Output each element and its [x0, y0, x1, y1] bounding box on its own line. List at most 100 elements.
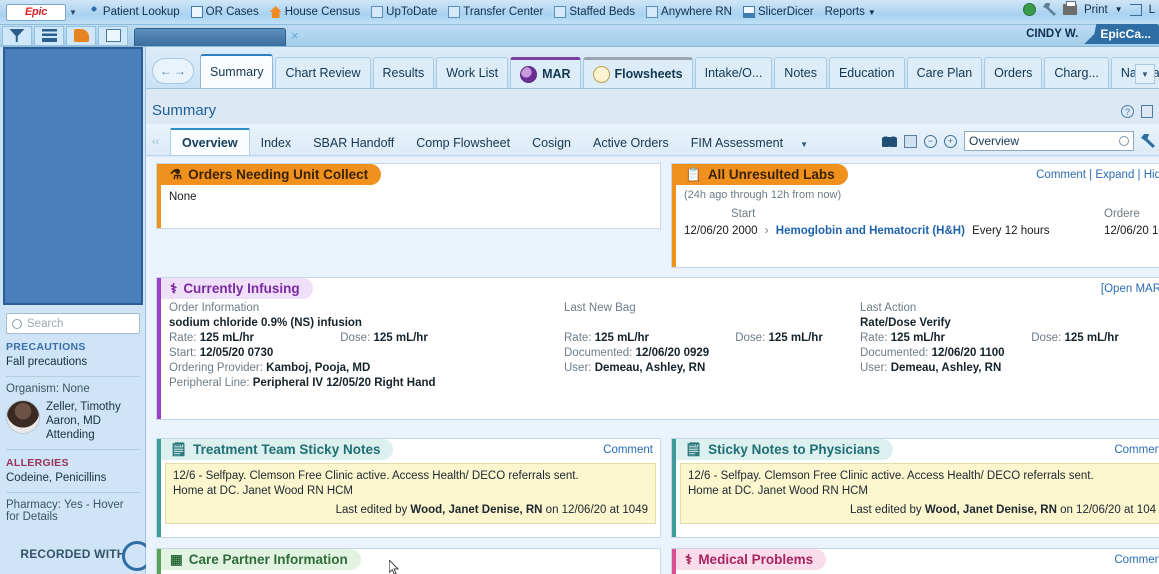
summary-subnav: ‹‹ Overview Index SBAR Handoff Comp Flow… [146, 124, 1159, 156]
panel-title: Care Partner Information [188, 552, 348, 567]
panel-header-treatment-team-sticky-notes[interactable]: 🗒 Treatment Team Sticky Notes [161, 439, 394, 460]
house-icon [269, 6, 282, 18]
epic-menu-chevron-down-icon[interactable]: ▼ [69, 8, 77, 17]
toolbar-button-schedule[interactable] [98, 25, 128, 46]
more-tabs-chevron-down-icon[interactable]: ▼ [1135, 64, 1155, 84]
calendar-icon [105, 29, 121, 42]
toolbar-button-patient-station[interactable] [2, 25, 32, 46]
rate-label: Rate: [169, 332, 197, 344]
menu-item-slicerdicer[interactable]: SlicerDicer [743, 6, 814, 18]
help-icon[interactable]: ? [1121, 105, 1134, 118]
funnel-icon [9, 29, 25, 42]
subtab-overview[interactable]: Overview [170, 128, 250, 155]
subnav-scroll-left-icon[interactable]: ‹‹ [152, 136, 168, 148]
subnav-tools: − + Overview [882, 131, 1155, 151]
tab-chart-review[interactable]: Chart Review [275, 57, 371, 88]
subtab-cosign[interactable]: Cosign [521, 130, 582, 155]
logout-icon[interactable] [1129, 3, 1142, 16]
panel-header-orders-needing-unit-collect[interactable]: ⚗ Orders Needing Unit Collect [161, 164, 382, 185]
infusion-column-order-information: Order Information sodium chloride 0.9% (… [169, 301, 559, 391]
subtab-active-orders[interactable]: Active Orders [582, 130, 680, 155]
panel-links-unresulted-labs[interactable]: Comment | Expand | Hid [1036, 169, 1159, 181]
binoculars-icon[interactable] [882, 135, 897, 147]
tab-mar[interactable]: MAR [510, 57, 581, 88]
panel-header-sticky-notes-to-physicians[interactable]: 🗒 Sticky Notes to Physicians [676, 439, 893, 460]
mouse-cursor [389, 560, 400, 574]
tab-label: Orders [994, 66, 1033, 80]
forward-arrow-icon[interactable]: → [174, 64, 186, 78]
globe-icon[interactable] [1023, 3, 1037, 16]
tab-work-list[interactable]: Work List [436, 57, 509, 88]
edited-suffix: on 12/06/20 at 1049 [542, 504, 648, 516]
menu-item-patient-lookup[interactable]: Patient Lookup [87, 6, 180, 18]
toolbar-button-patient-list[interactable] [34, 25, 64, 46]
print-button[interactable]: Print [1084, 4, 1108, 16]
epiccare-workspace-tab[interactable]: EpicCa... [1084, 24, 1159, 44]
back-arrow-icon[interactable]: ← [160, 64, 172, 78]
printer-icon[interactable] [1063, 1, 1078, 15]
tab-intake-output[interactable]: Intake/O... [694, 57, 773, 88]
settings-wrench-icon[interactable] [1141, 134, 1155, 148]
panel-header-medical-problems[interactable]: ⚕ Medical Problems [676, 549, 827, 570]
print-chevron-down-icon[interactable]: ▼ [1115, 5, 1123, 14]
panel-link-label: [Open MAR [1100, 283, 1159, 295]
subtab-index[interactable]: Index [250, 130, 303, 155]
menu-item-staffed-beds[interactable]: Staffed Beds [554, 6, 635, 18]
subtab-fim-assessment[interactable]: FIM Assessment [680, 130, 794, 155]
pharmacy-label: Pharmacy: Yes - Hover for Details [6, 499, 124, 523]
tab-flowsheets[interactable]: Flowsheets [582, 57, 693, 88]
menu-item-house-census[interactable]: House Census [269, 6, 360, 18]
menu-item-transfer-center[interactable]: Transfer Center [448, 6, 543, 18]
user-strip: CINDY W. EpicCa... [1026, 24, 1159, 44]
back-forward-nav[interactable]: ← → [152, 58, 194, 84]
panel-accent [157, 164, 161, 228]
tab-orders[interactable]: Orders [984, 57, 1043, 88]
tab-results[interactable]: Results [372, 57, 435, 88]
summary-search-input[interactable]: Overview [964, 131, 1134, 151]
divider [6, 449, 140, 450]
rate-label: Rate: [860, 332, 888, 344]
copy-icon[interactable] [904, 134, 917, 148]
close-icon[interactable]: × [291, 28, 299, 43]
patient-workspace-tab[interactable] [134, 28, 286, 46]
subtab-sbar-handoff[interactable]: SBAR Handoff [302, 130, 405, 155]
tab-summary[interactable]: Summary [200, 54, 274, 88]
provider-name: Zeller, Timothy Aaron, MD [46, 401, 121, 427]
zoom-out-icon[interactable]: − [924, 134, 937, 148]
attending-provider[interactable]: Zeller, Timothy Aaron, MD Attending [6, 400, 140, 442]
panel-accent [157, 549, 161, 574]
menu-label: SlicerDicer [758, 6, 814, 18]
wrench-icon[interactable] [1043, 3, 1057, 16]
comment-link[interactable]: Commen [1114, 444, 1159, 456]
tab-label: Charg... [1054, 66, 1099, 80]
panel-header-all-unresulted-labs[interactable]: 📋 All Unresulted Labs [676, 164, 848, 185]
menu-label: Transfer Center [463, 6, 544, 18]
comment-link[interactable]: Comment [603, 444, 653, 456]
tab-care-plan[interactable]: Care Plan [906, 57, 983, 88]
panel-accent [672, 164, 676, 267]
subtab-comp-flowsheet[interactable]: Comp Flowsheet [405, 130, 521, 155]
menu-item-uptodate[interactable]: UpToDate [371, 6, 437, 18]
zoom-in-icon[interactable]: + [944, 134, 957, 148]
epic-logo-button[interactable]: Epic [6, 3, 66, 21]
comment-link[interactable]: Commen [1114, 554, 1159, 566]
table-row[interactable]: 12/06/20 2000 › Hemoglobin and Hematocri… [684, 224, 1159, 239]
menu-item-or-cases[interactable]: OR Cases [190, 6, 259, 18]
menu-item-reports[interactable]: Reports ▼ [825, 6, 876, 18]
tab-education[interactable]: Education [828, 57, 905, 88]
tab-notes[interactable]: Notes [774, 57, 827, 88]
print-page-icon[interactable] [1141, 105, 1153, 118]
field-value: 12/05/20 0730 [199, 347, 274, 359]
subnav-more-chevron-down-icon[interactable]: ▼ [800, 140, 808, 149]
tab-charges[interactable]: Charg... [1044, 57, 1109, 88]
logout-label[interactable]: L [1149, 4, 1155, 16]
recorded-with-watermark: RECORDED WITH [2, 541, 152, 571]
toolbar-button-chart[interactable] [66, 25, 96, 46]
sidebar-search-input[interactable]: Search [6, 313, 140, 334]
panel-header-care-partner-information[interactable]: ▦ Care Partner Information [161, 549, 361, 570]
panel-header-currently-infusing[interactable]: ⚕ Currently Infusing [161, 278, 313, 299]
open-mar-link[interactable]: [Open MAR [1101, 283, 1159, 295]
lab-name-link[interactable]: Hemoglobin and Hematocrit (H&H) [776, 225, 965, 237]
menu-item-anywhere-rn[interactable]: Anywhere RN [646, 6, 732, 18]
note-icon: 🗒 [685, 441, 703, 457]
